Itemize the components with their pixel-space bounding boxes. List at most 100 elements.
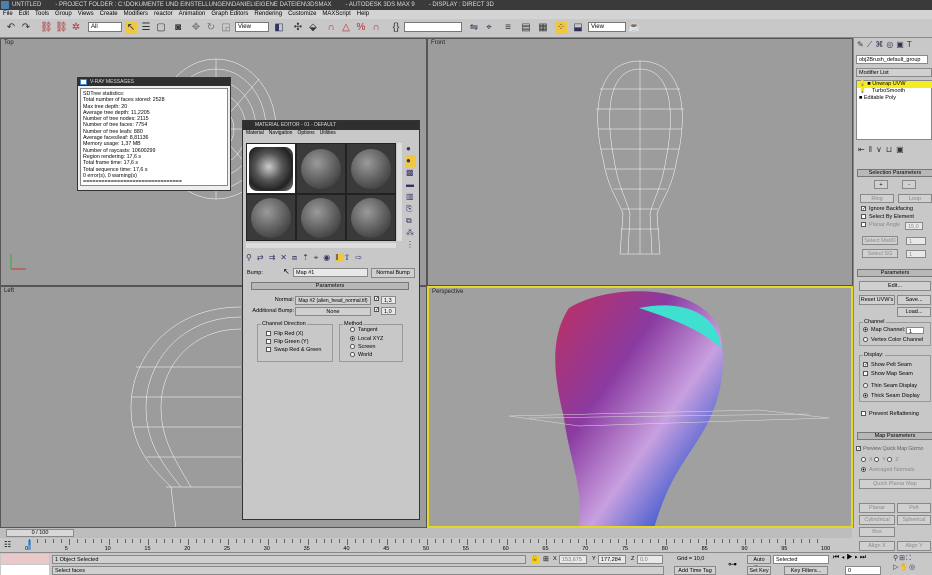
grow-selection-button[interactable]: +	[874, 180, 888, 189]
prevent-reflattening-checkbox[interactable]: Prevent Reflattening	[861, 411, 919, 418]
spherical-button[interactable]: Spherical	[897, 515, 931, 525]
percent-snap-icon[interactable]: %	[355, 22, 367, 34]
select-matid-button[interactable]: Select MatID	[862, 236, 898, 245]
swap-red-green-checkbox[interactable]: Swap Red & Green	[266, 347, 321, 354]
material-type-button[interactable]: Normal Bump	[371, 268, 415, 278]
flip-red-checkbox[interactable]: Flip Red (X)	[266, 331, 303, 338]
vray-log[interactable]: SDTree statistics: Total number of faces …	[80, 88, 228, 186]
matid-spinner[interactable]: 1	[906, 237, 926, 245]
modifier-list-dropdown[interactable]: Modifier List	[856, 68, 932, 77]
time-slider-thumb[interactable]: 0 / 100	[6, 529, 74, 537]
make-preview-icon[interactable]: ⎘	[406, 203, 416, 215]
planar-button[interactable]: Planar	[859, 503, 895, 513]
show-end-result-icon[interactable]: ‖	[869, 145, 876, 154]
vertex-color-channel-radio[interactable]: Vertex Color Channel	[863, 337, 923, 344]
add-time-tag-button[interactable]: Add Time Tag	[674, 566, 716, 575]
named-selection-dropdown[interactable]	[404, 22, 462, 32]
select-object-icon[interactable]: ↖	[125, 22, 137, 34]
go-to-end-icon[interactable]: ⏭	[860, 554, 868, 561]
menu-graph-editors[interactable]: Graph Editors	[211, 11, 248, 17]
layer-manager-icon[interactable]: ≡	[502, 22, 514, 34]
angle-snap-icon[interactable]: △	[340, 22, 352, 34]
normal-enabled-checkbox[interactable]: ✓	[374, 296, 379, 302]
material-effects-icon[interactable]: ⌖	[314, 253, 324, 262]
render-scene-icon[interactable]: ⬓	[572, 22, 584, 34]
loop-button[interactable]: Loop	[898, 194, 932, 203]
viewport-front[interactable]: Front	[427, 38, 853, 286]
lock-selection-icon[interactable]: 🔒	[531, 555, 539, 564]
menu-modifiers[interactable]: Modifiers	[124, 11, 148, 17]
select-by-name-icon[interactable]: ☰	[140, 22, 152, 34]
time-slider[interactable]: 0 / 100	[0, 528, 852, 538]
select-sg-button[interactable]: Select SG	[862, 249, 898, 258]
auto-key-button[interactable]: Auto Key	[747, 555, 771, 571]
sample-slot[interactable]	[297, 144, 345, 193]
utilities-tab-icon[interactable]: T	[907, 40, 915, 49]
thin-seam-radio[interactable]: Thin Seam Display	[863, 383, 917, 390]
align-y-button[interactable]: Align Y	[897, 541, 931, 551]
create-tab-icon[interactable]: ✎	[857, 40, 867, 49]
spinner-snap-icon[interactable]: ∩	[370, 22, 382, 34]
ref-coord-dropdown[interactable]: View	[235, 22, 269, 32]
delete-icon[interactable]: ✕	[280, 253, 292, 262]
redo-icon[interactable]: ↷	[20, 22, 32, 34]
menu-views[interactable]: Views	[78, 11, 94, 17]
make-unique-icon[interactable]: ∨	[876, 145, 886, 154]
material-name-dropdown[interactable]: Map #1	[293, 268, 368, 277]
zoom-extents-icon[interactable]: ⛶	[906, 555, 912, 562]
zoom-all-icon[interactable]: ⊞	[899, 555, 906, 562]
go-forward-icon[interactable]: ⇨	[355, 253, 367, 262]
menu-maxscript[interactable]: MAXScript	[322, 11, 350, 17]
backlight-icon[interactable]: ●	[406, 155, 416, 167]
options-icon[interactable]: ⧉	[406, 215, 416, 227]
sample-slot[interactable]	[347, 195, 395, 240]
menu-help[interactable]: Help	[357, 11, 369, 17]
y-coordinate-field[interactable]: 177,284	[598, 555, 626, 564]
sample-slot[interactable]	[297, 195, 345, 240]
z-coordinate-field[interactable]: 0,0	[637, 555, 663, 564]
pin-stack-icon[interactable]: ⇤	[858, 145, 869, 154]
hierarchy-tab-icon[interactable]: ⌘	[875, 40, 886, 49]
menu-tools[interactable]: Tools	[35, 11, 49, 17]
sample-slot[interactable]	[347, 144, 395, 193]
pick-material-icon[interactable]: ↖	[283, 268, 290, 276]
set-key-button[interactable]: Set Key	[747, 566, 771, 575]
maxscript-listener-input[interactable]	[1, 565, 49, 575]
menu-material[interactable]: Material	[246, 130, 264, 136]
cylindrical-button[interactable]: Cylindrical	[859, 515, 895, 525]
map-channel-spinner[interactable]: 1	[906, 327, 924, 335]
slots-hscrollbar[interactable]	[246, 243, 396, 248]
put-to-scene-icon[interactable]: ⇄	[257, 253, 269, 262]
map-parameters-rollout[interactable]: Map Parameters	[857, 432, 932, 440]
uv-tiling-icon[interactable]: ▬	[406, 179, 416, 191]
menu-file[interactable]: File	[3, 11, 13, 17]
manipulate-icon[interactable]: ✣	[292, 22, 304, 34]
sample-slot-active[interactable]	[247, 144, 295, 193]
show-end-result-icon[interactable]: ‖	[335, 253, 344, 262]
viewport-perspective[interactable]: Perspective	[427, 286, 853, 528]
x-coordinate-field[interactable]: 153,675	[559, 555, 587, 564]
select-by-element-checkbox[interactable]: Select By Element	[861, 214, 914, 221]
bind-spacewarp-icon[interactable]: ✲	[70, 22, 82, 34]
screen-radio[interactable]: Screen	[350, 344, 375, 351]
normal-amount-spinner[interactable]: 1,3	[381, 296, 396, 304]
stack-item-editable-poly[interactable]: ■ Editable Poly	[859, 95, 896, 102]
save-button[interactable]: Save...	[897, 295, 931, 305]
material-navigator-icon[interactable]: ⋮	[406, 239, 416, 251]
stack-item-turbosmooth[interactable]: 💡 TurboSmooth	[859, 88, 905, 95]
rotate-icon[interactable]: ↻	[205, 22, 217, 34]
link-icon[interactable]: ⛓	[40, 22, 53, 34]
remove-modifier-icon[interactable]: ⊔	[886, 145, 896, 154]
addbump-amount-spinner[interactable]: 1,0	[381, 307, 396, 315]
tangent-radio[interactable]: Tangent	[350, 327, 378, 334]
selection-parameters-rollout[interactable]: Selection Parameters	[857, 169, 932, 177]
object-name-field[interactable]: obj2Brush_default_group	[856, 55, 928, 64]
undo-icon[interactable]: ↶	[5, 22, 17, 34]
shrink-selection-button[interactable]: -	[902, 180, 916, 189]
sample-type-icon[interactable]: ●	[406, 143, 416, 155]
play-icon[interactable]: ▶	[846, 554, 854, 561]
sample-slot[interactable]	[247, 195, 295, 240]
background-icon[interactable]: ▩	[406, 167, 416, 179]
menu-customize[interactable]: Customize	[288, 11, 316, 17]
mirror-icon[interactable]: ⇋	[468, 22, 480, 34]
